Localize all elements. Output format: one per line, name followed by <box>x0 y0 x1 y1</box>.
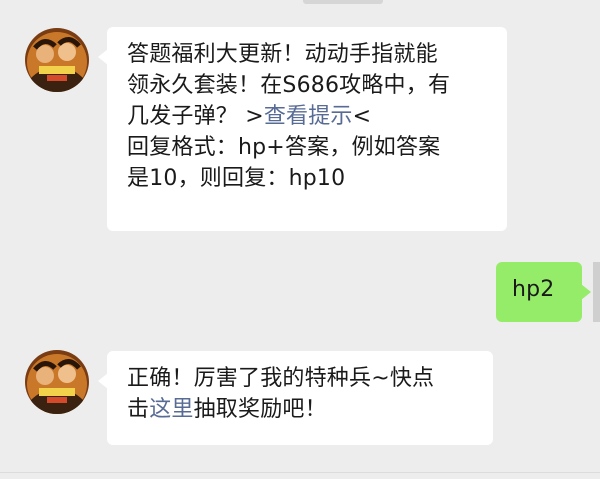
view-hint-link[interactable]: 查看提示 <box>264 104 353 129</box>
click-here-link[interactable]: 这里 <box>149 397 193 422</box>
message-line: 正确！厉害了我的特种兵~快点 <box>127 366 435 391</box>
message-line: 击这里抽取奖励吧！ <box>127 394 475 425</box>
incoming-message-bubble[interactable]: 答题福利大更新！动动手指就能 领永久套装！在S686攻略中，有 几发子弹？ >查… <box>98 27 507 231</box>
message-text: 击 <box>127 397 150 422</box>
message-text: 抽取奖励吧！ <box>193 397 327 422</box>
game-character-avatar-icon[interactable] <box>25 28 89 92</box>
message-line: 回复格式：hp+答案，例如答案 <box>127 135 441 160</box>
message-text: hp2 <box>512 277 555 302</box>
input-area-divider <box>0 472 600 473</box>
message-text: 几发子弹？ > <box>127 104 264 129</box>
message-text: < <box>352 104 372 129</box>
incoming-message-bubble[interactable]: 正确！厉害了我的特种兵~快点 击这里抽取奖励吧！ <box>98 351 493 445</box>
previous-message-edge <box>303 0 383 4</box>
message-line: 答题福利大更新！动动手指就能 <box>127 42 438 67</box>
message-line: 是10，则回复：hp10 <box>127 166 346 191</box>
message-line: 几发子弹？ >查看提示< <box>127 101 489 132</box>
outgoing-message-bubble[interactable]: hp2 <box>496 262 591 322</box>
message-line: 领永久套装！在S686攻略中，有 <box>127 73 451 98</box>
game-character-avatar-icon[interactable] <box>25 350 89 414</box>
my-avatar[interactable] <box>593 262 600 322</box>
